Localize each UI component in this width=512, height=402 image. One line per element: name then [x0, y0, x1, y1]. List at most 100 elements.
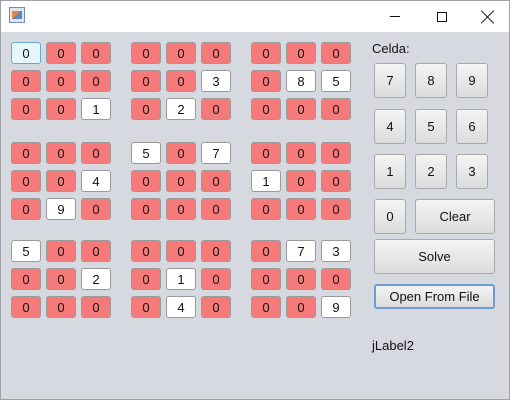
cell-r4-c7[interactable]: 0	[251, 142, 281, 164]
keypad-button-6[interactable]: 6	[456, 109, 488, 144]
cell-r3-c7[interactable]: 0	[251, 98, 281, 120]
cell-r2-c7[interactable]: 0	[251, 70, 281, 92]
cell-r8-c1[interactable]: 0	[11, 268, 41, 290]
cell-r2-c6[interactable]: 3	[201, 70, 231, 92]
cell-r1-c6[interactable]: 0	[201, 42, 231, 64]
keypad-button-4[interactable]: 4	[374, 109, 406, 144]
cell-r9-c7[interactable]: 0	[251, 296, 281, 318]
cell-r8-c9[interactable]: 0	[321, 268, 351, 290]
cell-r1-c8[interactable]: 0	[286, 42, 316, 64]
cell-r2-c9[interactable]: 5	[321, 70, 351, 92]
cell-r2-c1[interactable]: 0	[11, 70, 41, 92]
keypad-button-1[interactable]: 1	[374, 154, 406, 189]
cell-r5-c2[interactable]: 0	[46, 170, 76, 192]
cell-r8-c8[interactable]: 0	[286, 268, 316, 290]
cell-r9-c4[interactable]: 0	[131, 296, 161, 318]
cell-r4-c3[interactable]: 0	[81, 142, 111, 164]
cell-r9-c2[interactable]: 0	[46, 296, 76, 318]
cell-r7-c8[interactable]: 7	[286, 240, 316, 262]
open-from-file-button[interactable]: Open From File	[374, 284, 495, 309]
cell-r6-c8[interactable]: 0	[286, 198, 316, 220]
keypad-button-9[interactable]: 9	[456, 63, 488, 98]
keypad-button-3[interactable]: 3	[456, 154, 488, 189]
cell-r7-c7[interactable]: 0	[251, 240, 281, 262]
cell-r7-c9[interactable]: 3	[321, 240, 351, 262]
cell-r5-c4[interactable]: 0	[131, 170, 161, 192]
keypad-button-8[interactable]: 8	[415, 63, 447, 98]
cell-r7-c3[interactable]: 0	[81, 240, 111, 262]
cell-r8-c3[interactable]: 2	[81, 268, 111, 290]
cell-r3-c6[interactable]: 0	[201, 98, 231, 120]
app-window: 0000000000000030850010200000005070000040…	[0, 0, 510, 400]
cell-r6-c7[interactable]: 0	[251, 198, 281, 220]
cell-r8-c5[interactable]: 1	[166, 268, 196, 290]
cell-r4-c2[interactable]: 0	[46, 142, 76, 164]
cell-r9-c9[interactable]: 9	[321, 296, 351, 318]
cell-r2-c5[interactable]: 0	[166, 70, 196, 92]
solve-button[interactable]: Solve	[374, 239, 495, 274]
cell-r5-c7[interactable]: 1	[251, 170, 281, 192]
cell-r3-c1[interactable]: 0	[11, 98, 41, 120]
cell-r2-c2[interactable]: 0	[46, 70, 76, 92]
cell-r6-c9[interactable]: 0	[321, 198, 351, 220]
keypad-button-0[interactable]: 0	[374, 199, 406, 234]
cell-r4-c4[interactable]: 5	[131, 142, 161, 164]
minimize-button[interactable]	[372, 1, 418, 32]
cell-r1-c3[interactable]: 0	[81, 42, 111, 64]
cell-r8-c7[interactable]: 0	[251, 268, 281, 290]
cell-r7-c4[interactable]: 0	[131, 240, 161, 262]
cell-r1-c5[interactable]: 0	[166, 42, 196, 64]
cell-r1-c7[interactable]: 0	[251, 42, 281, 64]
cell-r3-c4[interactable]: 0	[131, 98, 161, 120]
cell-r9-c1[interactable]: 0	[11, 296, 41, 318]
cell-r9-c5[interactable]: 4	[166, 296, 196, 318]
cell-r7-c1[interactable]: 5	[11, 240, 41, 262]
keypad-button-2[interactable]: 2	[415, 154, 447, 189]
cell-r5-c6[interactable]: 0	[201, 170, 231, 192]
cell-r6-c5[interactable]: 0	[166, 198, 196, 220]
cell-r6-c6[interactable]: 0	[201, 198, 231, 220]
close-button[interactable]	[465, 1, 511, 32]
cell-r4-c8[interactable]: 0	[286, 142, 316, 164]
cell-r6-c1[interactable]: 0	[11, 198, 41, 220]
cell-r2-c3[interactable]: 0	[81, 70, 111, 92]
cell-r3-c3[interactable]: 1	[81, 98, 111, 120]
cell-r9-c8[interactable]: 0	[286, 296, 316, 318]
cell-r4-c5[interactable]: 0	[166, 142, 196, 164]
cell-r2-c4[interactable]: 0	[131, 70, 161, 92]
cell-r8-c6[interactable]: 0	[201, 268, 231, 290]
cell-r5-c5[interactable]: 0	[166, 170, 196, 192]
cell-r4-c6[interactable]: 7	[201, 142, 231, 164]
cell-r7-c5[interactable]: 0	[166, 240, 196, 262]
cell-r3-c2[interactable]: 0	[46, 98, 76, 120]
keypad-button-7[interactable]: 7	[374, 63, 406, 98]
cell-r5-c8[interactable]: 0	[286, 170, 316, 192]
cell-r9-c6[interactable]: 0	[201, 296, 231, 318]
cell-r5-c1[interactable]: 0	[11, 170, 41, 192]
cell-r3-c5[interactable]: 2	[166, 98, 196, 120]
cell-r8-c2[interactable]: 0	[46, 268, 76, 290]
cell-r1-c9[interactable]: 0	[321, 42, 351, 64]
cell-r9-c3[interactable]: 0	[81, 296, 111, 318]
cell-r1-c1[interactable]: 0	[11, 42, 41, 64]
cell-r2-c8[interactable]: 8	[286, 70, 316, 92]
cell-r8-c4[interactable]: 0	[131, 268, 161, 290]
cell-r5-c3[interactable]: 4	[81, 170, 111, 192]
cell-r1-c4[interactable]: 0	[131, 42, 161, 64]
cell-r3-c8[interactable]: 0	[286, 98, 316, 120]
cell-r4-c9[interactable]: 0	[321, 142, 351, 164]
cell-r7-c2[interactable]: 0	[46, 240, 76, 262]
clear-button[interactable]: Clear	[415, 199, 495, 234]
maximize-icon	[437, 11, 447, 22]
cell-r5-c9[interactable]: 0	[321, 170, 351, 192]
minimize-icon	[390, 16, 400, 17]
cell-r6-c4[interactable]: 0	[131, 198, 161, 220]
keypad-button-5[interactable]: 5	[415, 109, 447, 144]
cell-r7-c6[interactable]: 0	[201, 240, 231, 262]
cell-r6-c2[interactable]: 9	[46, 198, 76, 220]
maximize-button[interactable]	[419, 1, 465, 32]
cell-r3-c9[interactable]: 0	[321, 98, 351, 120]
cell-r1-c2[interactable]: 0	[46, 42, 76, 64]
cell-r6-c3[interactable]: 0	[81, 198, 111, 220]
cell-r4-c1[interactable]: 0	[11, 142, 41, 164]
